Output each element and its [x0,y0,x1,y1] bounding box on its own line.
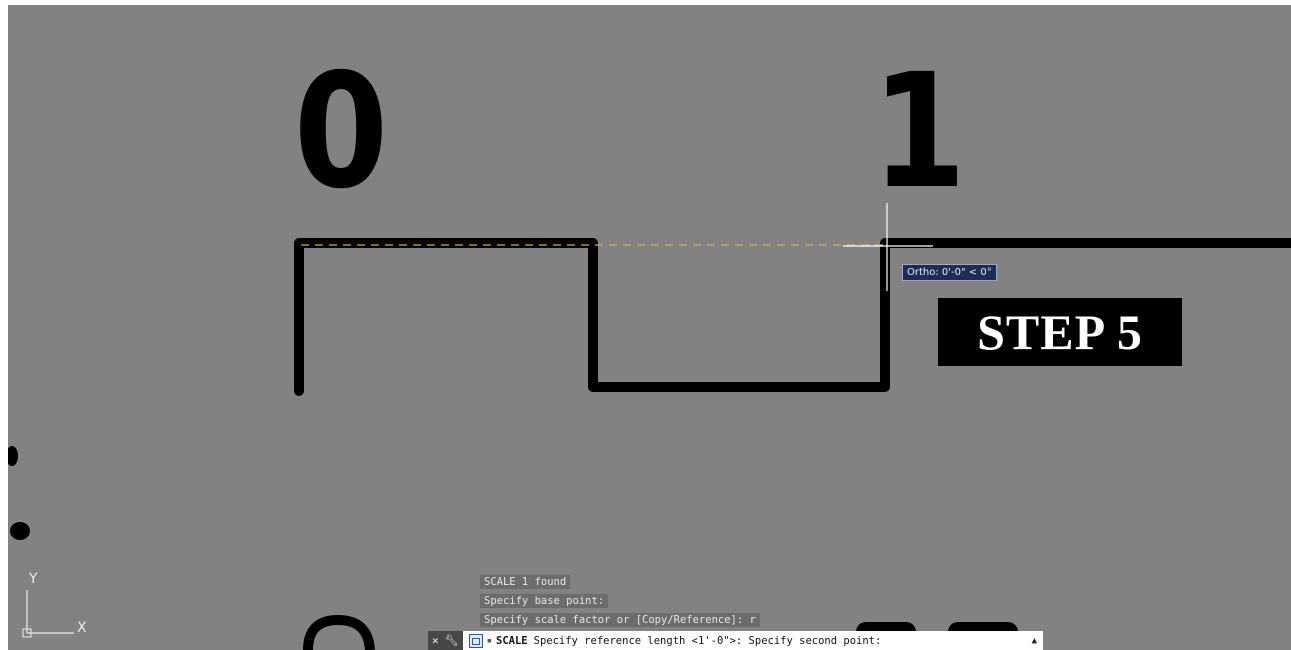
partial-shape-left-top [8,446,18,466]
ortho-tooltip: Ortho: 0'-0" < 0° [902,264,997,281]
command-separator: ▪ [486,635,493,646]
partial-shape-left-bottom [10,522,30,540]
command-prompt-icon[interactable] [468,633,483,648]
up-arrow-icon[interactable]: ▲ [1032,636,1037,646]
digit-zero-label: 0 [293,40,389,224]
close-icon[interactable]: ✕ [432,634,439,647]
drawing-canvas[interactable]: 0 1 Y X Ortho: 0'-0" < 0° STEP 5 SCALE 1… [8,5,1291,650]
ucs-x-label: X [77,620,87,636]
command-history-line: Specify scale factor or [Copy/Reference]… [480,613,760,627]
command-history-line: SCALE 1 found [480,575,571,589]
ucs-y-label: Y [29,571,38,587]
command-prompt-text[interactable]: Specify reference length <1'-0">: Specif… [534,635,1032,647]
step-label: STEP 5 [938,298,1182,366]
wrench-icon[interactable]: 🔧︎ [445,634,459,647]
command-name: SCALE [496,634,528,647]
partial-shape-bottom-left [303,614,375,650]
digit-one-label: 1 [871,40,967,224]
command-history-line: Specify base point: [480,594,609,608]
command-line-tools: ✕ 🔧︎ [428,631,463,650]
command-line[interactable]: ✕ 🔧︎ ▪ SCALE Specify reference length <1… [428,631,1043,650]
